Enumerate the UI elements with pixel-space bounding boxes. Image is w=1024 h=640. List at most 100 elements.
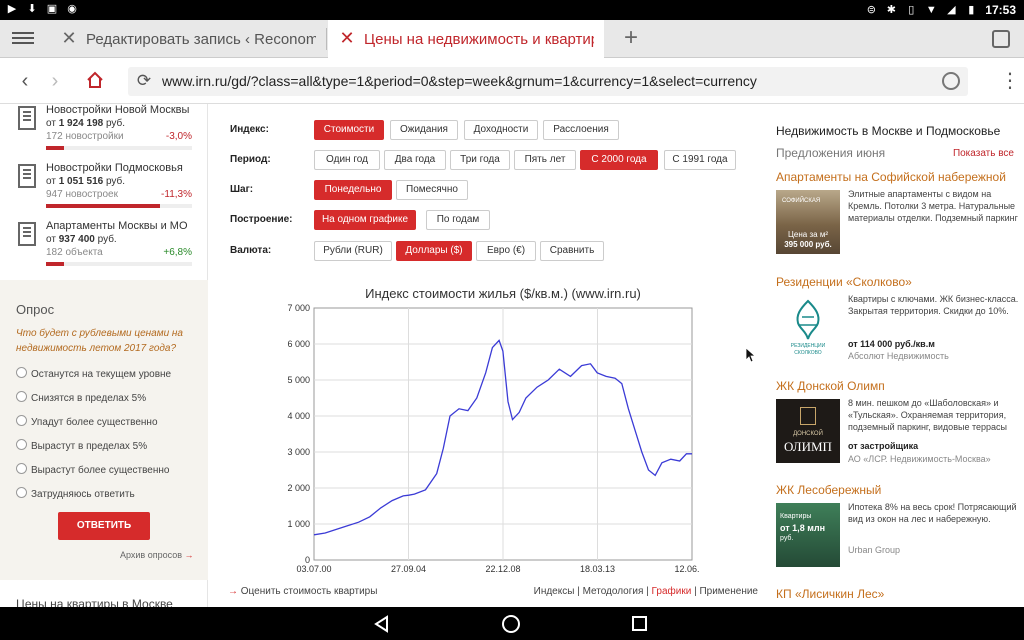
- download-icon: ⬇: [27, 3, 37, 15]
- offers-heading: Недвижимость в Москве и Подмосковье: [776, 124, 1001, 138]
- period-five-years-button[interactable]: Пять лет: [514, 150, 576, 170]
- youtube-icon: ▶: [7, 3, 17, 15]
- application-link[interactable]: Применение: [699, 586, 758, 597]
- listing-sofiyskaya[interactable]: Апартаменты на Софийской набережной СОФИ…: [776, 170, 1020, 270]
- stat-bar: [46, 262, 192, 266]
- listing-company: Urban Group: [848, 545, 901, 555]
- poll-option[interactable]: Вырастут в пределах 5%: [16, 439, 147, 452]
- period-three-years-button[interactable]: Три года: [450, 150, 510, 170]
- poll-option[interactable]: Затрудняюсь ответить: [16, 487, 135, 500]
- forward-icon[interactable]: ›: [44, 70, 66, 92]
- show-all-link[interactable]: Показать все: [953, 148, 1014, 159]
- currency-eur-button[interactable]: Евро (€): [476, 241, 536, 261]
- recent-apps-icon[interactable]: [632, 616, 647, 631]
- clock: 17:53: [985, 3, 1016, 17]
- index-stratification-button[interactable]: Расслоения: [543, 120, 619, 140]
- listing-image[interactable]: Квартиры от 1,8 млн руб.: [776, 503, 840, 567]
- index-expectations-button[interactable]: Ожидания: [390, 120, 458, 140]
- methodology-link[interactable]: Методология: [583, 586, 644, 597]
- radio-button[interactable]: [16, 439, 27, 450]
- radio-button[interactable]: [16, 391, 27, 402]
- listing-title[interactable]: ЖК Донской Олимп: [776, 379, 885, 393]
- stat-new-moscow[interactable]: Новостройки Новой Москвы от 1 924 198 ру…: [18, 104, 198, 162]
- tab-title: Редактировать запись ‹ Reconomica: [86, 31, 316, 48]
- stat-name[interactable]: Новостройки Подмосковья: [46, 162, 183, 174]
- listing-title[interactable]: Апартаменты на Софийской набережной: [776, 170, 1006, 184]
- listing-donskoy-olimp[interactable]: ЖК Донской Олимп ДОНСКОЙ ОЛИМП 8 мин. пе…: [776, 379, 1020, 479]
- battery-icon: ▮: [968, 4, 975, 16]
- charts-link[interactable]: Графики: [652, 586, 692, 597]
- radio-button[interactable]: [16, 463, 27, 474]
- period-since-2000-button[interactable]: С 2000 года: [580, 150, 658, 170]
- back-icon[interactable]: ‹: [14, 70, 36, 92]
- stat-count: 172 новостройки: [46, 131, 124, 142]
- index-yield-button[interactable]: Доходности: [464, 120, 538, 140]
- step-monthly-button[interactable]: Помесячно: [396, 180, 468, 200]
- listing-image[interactable]: ДОНСКОЙ ОЛИМП: [776, 399, 840, 463]
- x-tick-label: 27.09.04: [391, 564, 426, 574]
- moscow-prices-heading[interactable]: Цены на квартиры в Москве: [16, 597, 173, 607]
- url-field[interactable]: ⟳ www.irn.ru/gd/?class=all&type=1&period…: [128, 67, 968, 96]
- close-icon[interactable]: ✕: [60, 29, 78, 47]
- y-tick-label: 1 000: [287, 519, 310, 529]
- index-cost-button[interactable]: Стоимости: [314, 120, 384, 140]
- radio-button[interactable]: [16, 415, 27, 426]
- site-info-icon[interactable]: [942, 72, 960, 90]
- radio-button[interactable]: [16, 367, 27, 378]
- stat-change: -11,3%: [161, 189, 192, 200]
- poll-option[interactable]: Вырастут более существенно: [16, 463, 169, 476]
- stat-count: 947 новостроек: [46, 189, 118, 200]
- y-tick-label: 5 000: [287, 375, 310, 385]
- indexes-link[interactable]: Индексы: [534, 586, 575, 597]
- wifi-icon: ▼: [925, 4, 937, 16]
- listing-description: 8 мин. пешком до «Шаболовская» и «Тульск…: [848, 398, 1007, 432]
- period-two-years-button[interactable]: Два года: [384, 150, 446, 170]
- tab-switcher-icon[interactable]: [992, 30, 1010, 48]
- poll-option[interactable]: Останутся на текущем уровне: [16, 367, 171, 380]
- menu-icon[interactable]: [12, 29, 34, 49]
- overflow-menu-icon[interactable]: ⋮: [1000, 71, 1020, 91]
- chrome-icon: ◉: [67, 3, 77, 15]
- stat-name[interactable]: Новостройки Новой Москвы: [46, 104, 189, 116]
- listing-skolkovo[interactable]: Резиденции «Сколково» РЕЗИДЕНЦИИ СКОЛКОВ…: [776, 275, 1020, 375]
- listing-lisichkin-les[interactable]: КП «Лисичкин Лес»: [776, 587, 1020, 607]
- home-nav-icon[interactable]: [502, 615, 520, 633]
- stat-apartments[interactable]: Апартаменты Москвы и МО от 937 400 руб. …: [18, 220, 198, 278]
- listing-title[interactable]: Резиденции «Сколково»: [776, 275, 912, 289]
- url-text[interactable]: www.irn.ru/gd/?class=all&type=1&period=0…: [162, 73, 757, 89]
- listing-image[interactable]: РЕЗИДЕНЦИИ СКОЛКОВО: [776, 295, 840, 359]
- currency-rub-button[interactable]: Рубли (RUR): [314, 241, 392, 261]
- radio-button[interactable]: [16, 487, 27, 498]
- period-since-1991-button[interactable]: С 1991 года: [664, 150, 736, 170]
- listing-title[interactable]: ЖК Лесобережный: [776, 483, 881, 497]
- listing-lesoberezhny[interactable]: ЖК Лесобережный Квартиры от 1,8 млн руб.…: [776, 483, 1020, 583]
- period-one-year-button[interactable]: Один год: [314, 150, 380, 170]
- right-sidebar: Недвижимость в Москве и Подмосковье Пред…: [766, 104, 1024, 607]
- close-icon[interactable]: ✕: [338, 29, 356, 47]
- currency-compare-button[interactable]: Сравнить: [540, 241, 604, 261]
- tab-edit-post[interactable]: ✕ Редактировать запись ‹ Reconomica: [50, 20, 326, 58]
- stat-bar: [46, 204, 192, 208]
- olimp-emblem: [800, 407, 816, 425]
- listing-title[interactable]: КП «Лисичкин Лес»: [776, 587, 884, 601]
- poll-archive-link[interactable]: Архив опросов →: [120, 550, 194, 560]
- estimate-price-link[interactable]: → Оценить стоимость квартиры: [228, 586, 377, 597]
- vote-button[interactable]: ОТВЕТИТЬ: [58, 512, 150, 540]
- stat-moscow-region[interactable]: Новостройки Подмосковья от 1 051 516 руб…: [18, 162, 198, 220]
- build-by-years-button[interactable]: По годам: [426, 210, 490, 230]
- poll-option[interactable]: Упадут более существенно: [16, 415, 158, 428]
- stat-name[interactable]: Апартаменты Москвы и МО: [46, 220, 188, 232]
- listing-price: от застройщика: [848, 441, 919, 451]
- home-icon[interactable]: [84, 70, 106, 92]
- back-nav-icon[interactable]: [372, 614, 392, 634]
- tab-real-estate-prices[interactable]: ✕ Цены на недвижимость и квартиры: [328, 20, 604, 58]
- reload-icon[interactable]: ⟳: [134, 71, 154, 91]
- step-weekly-button[interactable]: Понедельно: [314, 180, 392, 200]
- build-single-chart-button[interactable]: На одном графике: [314, 210, 416, 230]
- currency-usd-button[interactable]: Доллары ($): [396, 241, 472, 261]
- stat-price: от 1 051 516 руб.: [46, 176, 126, 187]
- poll-option[interactable]: Снизятся в пределах 5%: [16, 391, 146, 404]
- new-tab-icon[interactable]: +: [620, 26, 642, 50]
- x-tick-label: 12.06.17: [674, 564, 700, 574]
- listing-image[interactable]: СОФИЙСКАЯ Цена за м² 395 000 руб.: [776, 190, 840, 254]
